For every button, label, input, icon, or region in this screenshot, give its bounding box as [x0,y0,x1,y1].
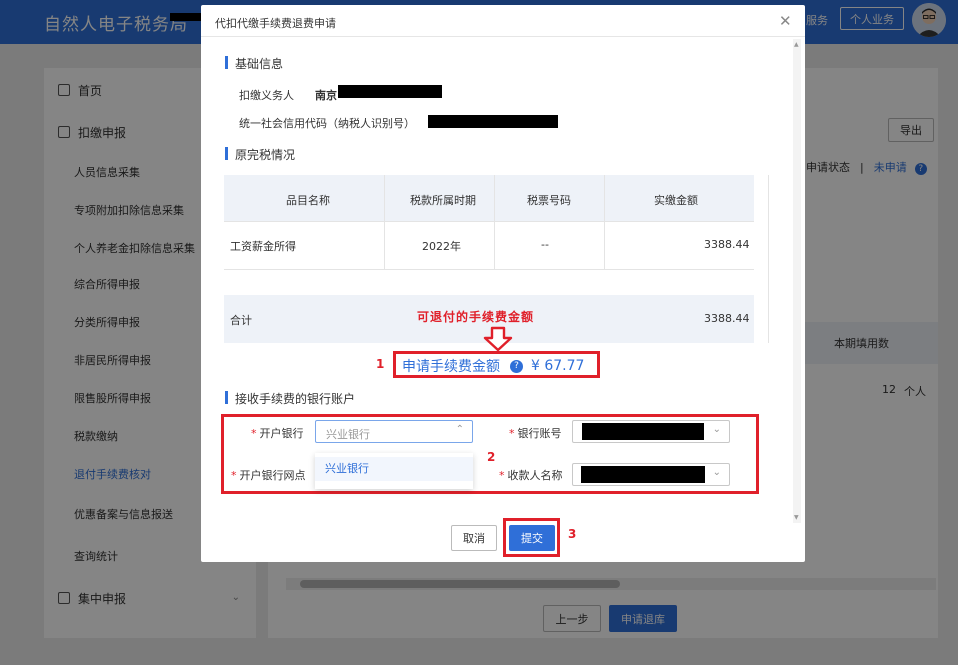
account-label: * 银行账号 [509,427,562,440]
dialog-title: 代扣代缴手续费退费申请 [215,17,336,30]
agent-value: 南京 [315,89,337,102]
row-divider [224,269,754,270]
cell-paid-amount: 3388.44 [704,238,750,251]
column-divider [604,175,605,269]
down-arrow-icon [483,326,513,352]
branch-label-text: 开户银行网点 [239,469,306,482]
cell-ticket-number: -- [541,238,549,251]
bank-label: * 开户银行 [251,427,304,440]
annotation-number-1: 1 [376,357,385,371]
section-title-bank: 接收手续费的银行账户 [225,390,355,407]
dropdown-option-xingye-bank[interactable]: 兴业银行 [315,457,473,481]
total-value: 3388.44 [704,312,750,325]
help-icon[interactable]: ? [510,359,523,373]
redacted-account-number [582,423,704,440]
bank-select-value: 兴业银行 [326,428,370,441]
header-item-name: 品目名称 [286,194,330,207]
row-divider [224,221,754,222]
annotation-refundable-amount: 可退付的手续费金额 [417,310,535,324]
payee-label: * 收款人名称 [499,469,563,482]
refund-application-dialog: 代扣代缴手续费退费申请 ✕ ▲ ▼ 基础信息 扣缴义务人 南京 统一社会信用代码… [201,5,805,562]
redacted-agent-name [338,85,442,98]
cancel-button[interactable]: 取消 [451,525,497,551]
fee-amount-line: 申请手续费金额 ? ¥ 67.77 [402,356,584,376]
total-label: 合计 [230,314,252,327]
redacted-payee-name [581,466,705,483]
agent-label: 扣缴义务人 [239,89,294,102]
scroll-down-icon[interactable]: ▼ [794,514,799,521]
chevron-up-icon: ⌃ [455,424,464,435]
header-paid-amount: 实缴金额 [654,194,698,207]
cell-item-name: 工资薪金所得 [230,240,296,253]
header-tax-period: 税款所属时期 [410,194,476,207]
credit-code-label: 统一社会信用代码（纳税人识别号） [239,117,415,130]
bank-select[interactable]: 兴业银行 ⌃ [315,420,473,443]
header-ticket-number: 税票号码 [527,194,571,207]
branch-label: * 开户银行网点 [231,469,306,482]
column-divider [494,175,495,269]
section-title-tax: 原完税情况 [225,146,295,163]
redacted-credit-code [428,115,558,128]
column-divider [384,175,385,269]
vertical-scrollbar[interactable]: ▲ ▼ [793,39,801,523]
scroll-up-icon[interactable]: ▲ [794,41,799,48]
account-label-text: 银行账号 [517,427,562,440]
table-edge [768,175,769,343]
dialog-header: 代扣代缴手续费退费申请 ✕ [201,5,805,37]
chevron-down-icon: ⌄ [712,467,721,478]
fee-amount-value: ¥ 67.77 [531,358,585,374]
fee-amount-label: 申请手续费金额 [402,359,500,375]
chevron-down-icon: ⌄ [712,424,721,435]
submit-button[interactable]: 提交 [509,525,555,551]
bank-label-text: 开户银行 [259,427,304,440]
annotation-number-2: 2 [487,450,496,464]
cell-tax-period: 2022年 [422,240,461,253]
payee-label-text: 收款人名称 [507,469,563,482]
annotation-number-3: 3 [568,527,577,541]
bank-dropdown-list: 兴业银行 [315,453,473,489]
section-title-basic: 基础信息 [225,55,283,72]
close-icon[interactable]: ✕ [779,12,792,30]
